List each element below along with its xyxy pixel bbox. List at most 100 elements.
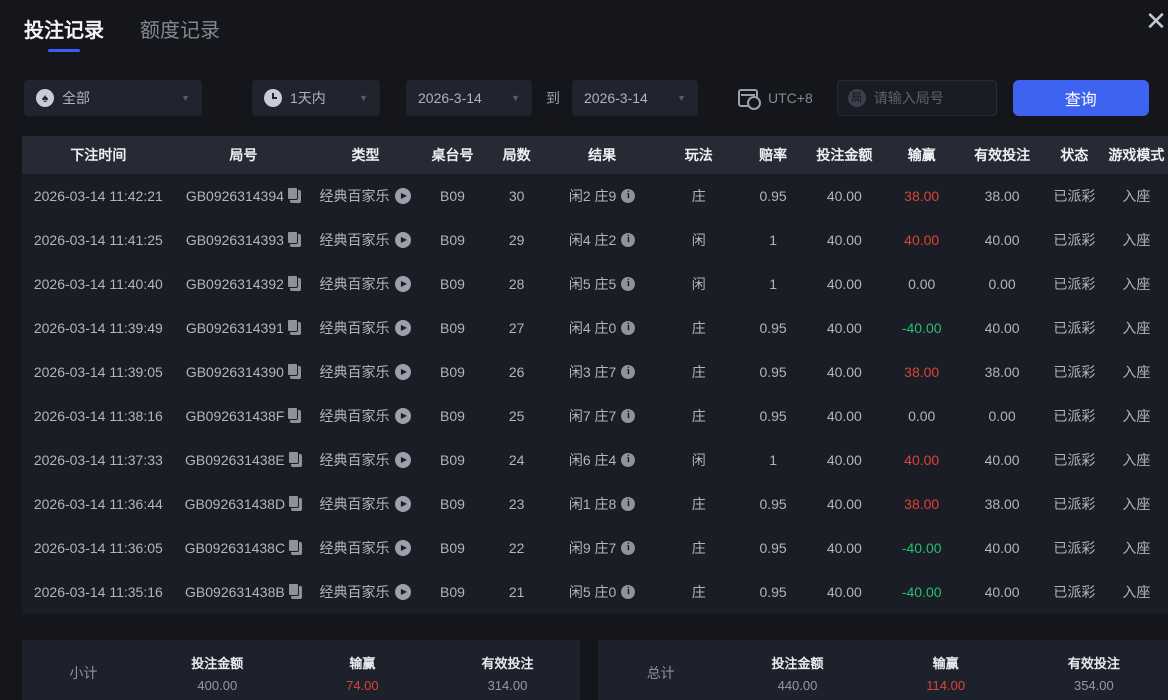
round-id-input[interactable] — [873, 90, 986, 106]
odds-cell: 1 — [769, 276, 777, 292]
timezone-selector[interactable]: UTC+8 — [738, 89, 813, 110]
result-cell: 闲4 庄0 i — [547, 318, 657, 338]
result-cell: 闲5 庄0 i — [547, 582, 657, 602]
total-valid-bet: 有效投注 354.00 — [1020, 653, 1168, 693]
info-icon[interactable]: i — [621, 409, 636, 423]
play-icon[interactable]: ▶ — [395, 584, 412, 600]
timezone-label: UTC+8 — [768, 90, 813, 106]
round-id-cell: GB0926314393 — [175, 232, 312, 248]
header-play: 玩法 — [684, 147, 713, 163]
play-icon[interactable]: ▶ — [395, 408, 412, 424]
to-label: 到 — [546, 90, 560, 106]
odds-cell: 0.95 — [759, 496, 787, 512]
total-valid-title: 有效投注 — [1067, 656, 1120, 671]
game-type-select[interactable]: ♠ 全部 ▼ — [24, 80, 202, 116]
play-icon[interactable]: ▶ — [395, 452, 412, 468]
bet-time-cell: 2026-03-14 11:37:33 — [33, 452, 163, 468]
info-icon[interactable]: i — [621, 585, 636, 599]
game-type-cell: 经典百家乐 ▶ — [312, 230, 419, 250]
game-type-cell: 经典百家乐 ▶ — [312, 362, 419, 382]
copy-icon[interactable] — [287, 584, 302, 599]
table-row: 2026-03-14 11:41:25 GB0926314393 经典百家乐 ▶ … — [22, 218, 1168, 262]
valid-bet-cell: 40.00 — [984, 320, 1020, 336]
info-icon[interactable]: i — [621, 277, 636, 291]
odds-cell: 0.95 — [759, 188, 787, 204]
game-type-cell: 经典百家乐 ▶ — [312, 538, 419, 558]
valid-bet-cell: 40.00 — [984, 232, 1020, 248]
status-cell: 已派彩 — [1053, 584, 1096, 600]
subtotal-valid-value: 314.00 — [487, 678, 528, 693]
info-icon[interactable]: i — [621, 321, 636, 335]
calendar-clock-icon — [738, 89, 761, 110]
date-to-select[interactable]: 2026-3-14 ▼ — [572, 80, 698, 116]
game-type-cell: 经典百家乐 ▶ — [312, 450, 419, 470]
win-loss-cell: 38.00 — [904, 188, 940, 204]
win-loss-cell: 0.00 — [908, 276, 936, 292]
date-from-select[interactable]: 2026-3-14 ▼ — [406, 80, 532, 116]
play-icon[interactable]: ▶ — [395, 320, 412, 336]
copy-icon[interactable] — [287, 452, 302, 467]
game-type-cell: 经典百家乐 ▶ — [312, 274, 419, 294]
total-bet-amount: 投注金额 440.00 — [723, 653, 871, 693]
valid-bet-cell: 40.00 — [984, 452, 1020, 468]
result-cell: 闲9 庄7 i — [547, 538, 657, 558]
play-icon[interactable]: ▶ — [395, 496, 412, 512]
play-type-cell: 庄 — [691, 584, 706, 600]
table-number-cell: B09 — [440, 232, 465, 248]
table-row: 2026-03-14 11:39:05 GB0926314390 经典百家乐 ▶ … — [22, 350, 1168, 394]
round-number-cell: 22 — [508, 540, 525, 556]
info-icon[interactable]: i — [621, 541, 636, 555]
odds-cell: 0.95 — [759, 320, 787, 336]
info-icon[interactable]: i — [621, 453, 636, 467]
game-type-cell: 经典百家乐 ▶ — [312, 582, 419, 602]
copy-icon[interactable] — [286, 276, 301, 291]
copy-icon[interactable] — [288, 496, 303, 511]
info-icon[interactable]: i — [621, 497, 636, 511]
copy-icon[interactable] — [288, 540, 303, 555]
status-cell: 已派彩 — [1053, 540, 1096, 556]
copy-icon[interactable] — [286, 320, 301, 335]
info-icon[interactable]: i — [621, 365, 636, 379]
header-bet-amount: 投注金额 — [816, 147, 873, 163]
copy-icon[interactable] — [286, 232, 301, 247]
table-row: 2026-03-14 11:37:33 GB092631438E 经典百家乐 ▶ … — [22, 438, 1168, 482]
copy-icon[interactable] — [287, 408, 302, 423]
round-id-cell: GB0926314392 — [175, 276, 312, 292]
total-bet-value: 440.00 — [777, 678, 818, 693]
bet-amount-cell: 40.00 — [826, 496, 862, 512]
subtotal-win-value: 74.00 — [346, 678, 379, 693]
table-number-cell: B09 — [440, 320, 465, 336]
status-cell: 已派彩 — [1053, 276, 1096, 292]
tab-bet-records[interactable]: 投注记录 — [24, 14, 104, 52]
play-icon[interactable]: ▶ — [395, 232, 412, 248]
total-bar: 总计 投注金额 440.00 输赢 114.00 有效投注 354.00 — [598, 640, 1168, 700]
round-id-cell: GB0926314390 — [175, 364, 312, 380]
info-icon[interactable]: i — [621, 189, 636, 203]
chevron-down-icon: ▼ — [511, 93, 520, 103]
search-button[interactable]: 查询 — [1012, 80, 1149, 116]
play-type-cell: 庄 — [691, 408, 706, 424]
table-number-cell: B09 — [440, 364, 465, 380]
header-odds: 赔率 — [759, 147, 788, 163]
status-cell: 已派彩 — [1053, 364, 1096, 380]
close-icon[interactable]: ✕ — [1140, 6, 1168, 38]
info-icon[interactable]: i — [621, 233, 636, 247]
header-round-no: 局数 — [502, 147, 531, 163]
header-result: 结果 — [588, 147, 617, 163]
play-icon[interactable]: ▶ — [395, 540, 412, 556]
play-icon[interactable]: ▶ — [395, 188, 412, 204]
game-type-cell: 经典百家乐 ▶ — [312, 186, 419, 206]
copy-icon[interactable] — [286, 364, 301, 379]
header-table-no: 桌台号 — [431, 147, 474, 163]
round-id-search-field[interactable]: 局 — [836, 80, 997, 116]
table-row: 2026-03-14 11:40:40 GB0926314392 经典百家乐 ▶ … — [22, 262, 1168, 306]
table-row: 2026-03-14 11:35:16 GB092631438B 经典百家乐 ▶ … — [22, 570, 1168, 614]
tab-quota-records[interactable]: 额度记录 — [140, 14, 220, 52]
play-icon[interactable]: ▶ — [395, 276, 412, 292]
bet-time-cell: 2026-03-14 11:39:05 — [33, 364, 163, 380]
total-win-value: 114.00 — [926, 678, 966, 693]
copy-icon[interactable] — [286, 188, 301, 203]
time-range-select[interactable]: 1天内 ▼ — [252, 80, 380, 116]
play-type-cell: 闲 — [691, 276, 706, 292]
play-icon[interactable]: ▶ — [395, 364, 412, 380]
